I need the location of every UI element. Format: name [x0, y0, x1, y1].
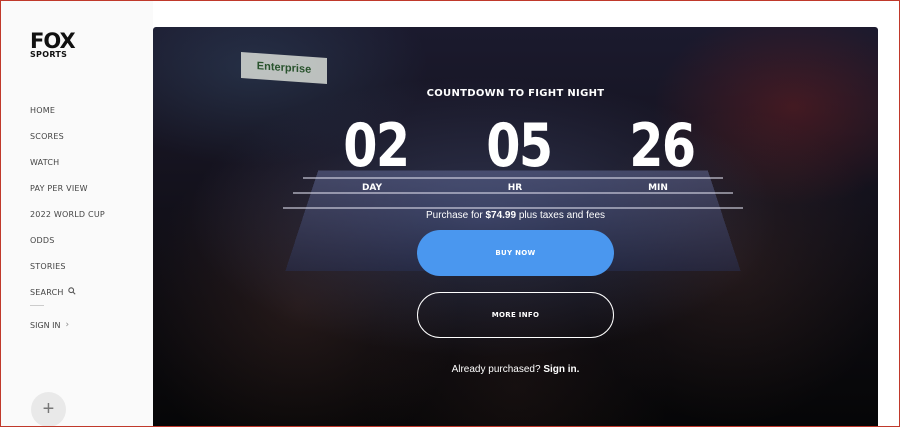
nav-label: WATCH: [30, 157, 60, 167]
plus-button[interactable]: +: [31, 392, 66, 427]
already-purchased-label: Already purchased?: [451, 364, 544, 375]
nav-item-pay-per-view[interactable]: PAY PER VIEW: [30, 175, 105, 201]
ring-rope: [283, 207, 743, 209]
chevron-right-icon: ›: [65, 320, 70, 330]
countdown-minutes-value: 26: [629, 111, 696, 181]
already-purchased-text: Already purchased? Sign in.: [153, 364, 878, 375]
countdown-title: COUNTDOWN TO FIGHT NIGHT: [426, 88, 605, 99]
price-prefix: Purchase for: [425, 210, 486, 221]
nav-label: PAY PER VIEW: [30, 183, 88, 193]
signin-label: SIGN IN: [30, 320, 61, 330]
nav-label: ODDS: [30, 235, 55, 245]
countdown-hours-value: 05: [486, 111, 553, 181]
fight-night-hero: Enterprise COUNTDOWN TO FIGHT NIGHT 02 D…: [153, 27, 878, 427]
nav-item-world-cup[interactable]: 2022 WORLD CUP: [30, 201, 105, 227]
search-icon: [67, 287, 76, 297]
price-suffix: plus taxes and fees: [516, 210, 606, 221]
countdown-days: 02 DAY: [337, 111, 410, 193]
nav-item-scores[interactable]: SCORES: [30, 123, 105, 149]
main-nav: HOME SCORES WATCH PAY PER VIEW 2022 WORL…: [30, 97, 105, 305]
sidebar-signin[interactable]: SIGN IN ›: [30, 320, 69, 330]
buy-now-button[interactable]: BUY NOW: [417, 230, 614, 276]
nav-label: SCORES: [30, 131, 64, 141]
price-text: Purchase for $74.99 plus taxes and fees: [153, 210, 878, 221]
countdown-days-value: 02: [343, 111, 410, 181]
logo-line1: FOX: [30, 29, 76, 53]
nav-item-search[interactable]: SEARCH: [30, 279, 105, 305]
arena-banner-text: Enterprise: [256, 60, 312, 76]
nav-item-stories[interactable]: STORIES: [30, 253, 105, 279]
nav-label: 2022 WORLD CUP: [30, 209, 105, 219]
fox-sports-logo[interactable]: FOX SPORTS: [30, 31, 78, 59]
plus-icon: +: [42, 398, 55, 420]
nav-label: HOME: [30, 105, 56, 115]
nav-label: SEARCH: [30, 287, 64, 297]
countdown-minutes: 26 MIN: [623, 111, 696, 193]
nav-item-home[interactable]: HOME: [30, 97, 105, 123]
countdown-hours-label: HR: [507, 183, 523, 193]
more-info-button[interactable]: MORE INFO: [417, 292, 614, 338]
nav-item-odds[interactable]: ODDS: [30, 227, 105, 253]
countdown-hours: 05 HR: [480, 111, 553, 193]
sidebar: FOX SPORTS HOME SCORES WATCH PAY PER VIE…: [0, 0, 153, 427]
countdown-minutes-label: MIN: [648, 183, 668, 193]
hero-signin-link[interactable]: Sign in.: [543, 364, 579, 375]
nav-item-watch[interactable]: WATCH: [30, 149, 105, 175]
nav-label: STORIES: [30, 261, 66, 271]
countdown-days-label: DAY: [361, 183, 383, 193]
price-amount: $74.99: [485, 210, 517, 221]
nav-divider: [30, 305, 44, 306]
